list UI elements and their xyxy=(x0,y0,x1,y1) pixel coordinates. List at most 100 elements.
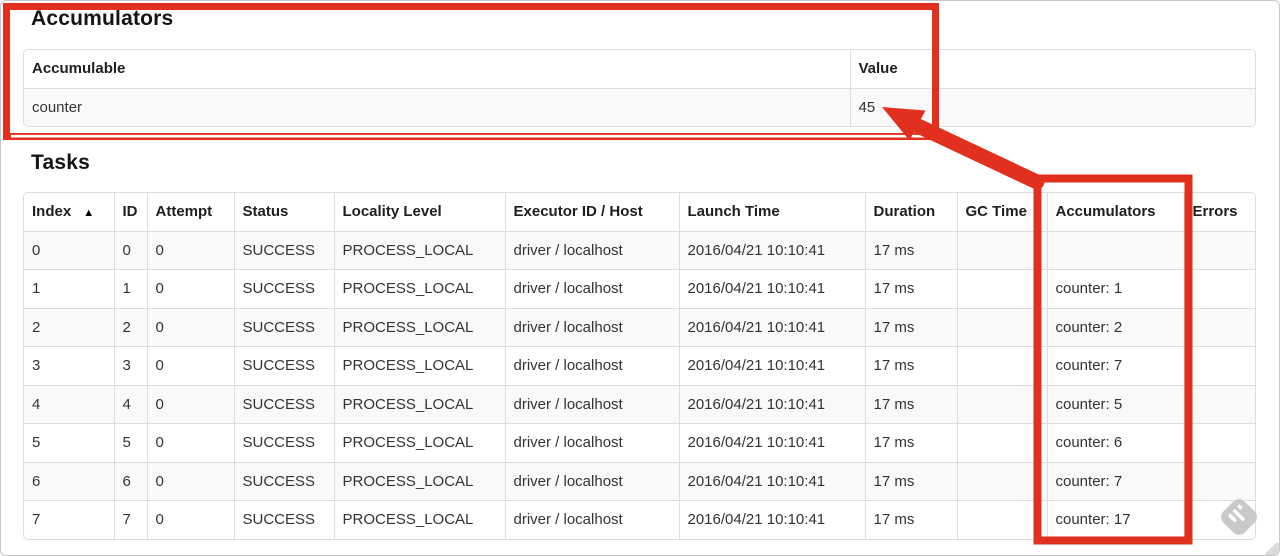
cell-executor: driver / localhost xyxy=(504,423,679,462)
cell-accumulators: counter: 7 xyxy=(1046,346,1184,385)
column-header-status[interactable]: Status xyxy=(233,193,334,231)
column-header-attempt[interactable]: Attempt xyxy=(146,193,234,231)
cell-id: 0 xyxy=(113,230,147,270)
cell-errors xyxy=(1183,500,1255,539)
task-row: 4 4 0 SUCCESS PROCESS_LOCAL driver / loc… xyxy=(24,384,1255,424)
task-row: 3 3 0 SUCCESS PROCESS_LOCAL driver / loc… xyxy=(24,346,1255,385)
cell-errors xyxy=(1183,461,1255,501)
tasks-section-heading: Tasks xyxy=(31,151,90,174)
cell-index: 0 xyxy=(24,230,114,270)
cell-attempt: 0 xyxy=(146,269,234,308)
cell-locality: PROCESS_LOCAL xyxy=(333,230,505,270)
column-header-errors[interactable]: Errors xyxy=(1183,193,1255,231)
accumulators-table: Accumulable Value counter 45 xyxy=(23,49,1256,127)
cell-id: 5 xyxy=(113,423,147,462)
cell-id: 3 xyxy=(113,346,147,385)
tasks-table: Index ▲ ID Attempt Status Locality Level … xyxy=(23,192,1256,540)
cell-id: 4 xyxy=(113,384,147,424)
cell-errors xyxy=(1183,269,1255,308)
cell-executor: driver / localhost xyxy=(504,461,679,501)
cell-duration: 17 ms xyxy=(864,461,957,501)
tasks-table-header-row: Index ▲ ID Attempt Status Locality Level … xyxy=(24,193,1255,231)
column-header-launch-time[interactable]: Launch Time xyxy=(678,193,865,231)
cell-index: 2 xyxy=(24,307,114,347)
cell-accumulators: counter: 7 xyxy=(1046,461,1184,501)
cell-status: SUCCESS xyxy=(233,461,334,501)
task-row: 6 6 0 SUCCESS PROCESS_LOCAL driver / loc… xyxy=(24,461,1255,501)
cell-executor: driver / localhost xyxy=(504,307,679,347)
column-header-locality-level[interactable]: Locality Level xyxy=(333,193,505,231)
cell-status: SUCCESS xyxy=(233,384,334,424)
cell-duration: 17 ms xyxy=(864,307,957,347)
column-header-accumulable: Accumulable xyxy=(24,50,850,88)
cell-attempt: 0 xyxy=(146,500,234,539)
cell-status: SUCCESS xyxy=(233,269,334,308)
cell-accumulators xyxy=(1046,230,1184,270)
cell-index: 7 xyxy=(24,500,114,539)
cell-index: 1 xyxy=(24,269,114,308)
cell-launch-time: 2016/04/21 10:10:41 xyxy=(678,346,865,385)
cell-duration: 17 ms xyxy=(864,269,957,308)
cell-gc-time xyxy=(956,500,1047,539)
cell-index: 5 xyxy=(24,423,114,462)
cell-status: SUCCESS xyxy=(233,423,334,462)
cell-gc-time xyxy=(956,384,1047,424)
task-row: 1 1 0 SUCCESS PROCESS_LOCAL driver / loc… xyxy=(24,269,1255,308)
cell-executor: driver / localhost xyxy=(504,500,679,539)
cell-id: 7 xyxy=(113,500,147,539)
cell-attempt: 0 xyxy=(146,307,234,347)
cell-index: 6 xyxy=(24,461,114,501)
sort-ascending-icon: ▲ xyxy=(83,207,95,220)
cell-executor: driver / localhost xyxy=(504,384,679,424)
cell-accumulators: counter: 5 xyxy=(1046,384,1184,424)
cell-status: SUCCESS xyxy=(233,230,334,270)
column-header-accumulators[interactable]: Accumulators xyxy=(1046,193,1184,231)
cell-duration: 17 ms xyxy=(864,500,957,539)
cell-status: SUCCESS xyxy=(233,346,334,385)
partial-watermark-corner xyxy=(1265,543,1279,555)
cell-errors xyxy=(1183,423,1255,462)
cell-gc-time xyxy=(956,307,1047,347)
cell-gc-time xyxy=(956,230,1047,270)
task-row: 7 7 0 SUCCESS PROCESS_LOCAL driver / loc… xyxy=(24,500,1255,539)
cell-index: 4 xyxy=(24,384,114,424)
cell-index: 3 xyxy=(24,346,114,385)
cell-executor: driver / localhost xyxy=(504,269,679,308)
cell-status: SUCCESS xyxy=(233,307,334,347)
cell-id: 6 xyxy=(113,461,147,501)
spark-ui-page: Accumulators Accumulable Value counter 4… xyxy=(0,0,1280,556)
cell-locality: PROCESS_LOCAL xyxy=(333,269,505,308)
cell-duration: 17 ms xyxy=(864,230,957,270)
cell-accumulators: counter: 6 xyxy=(1046,423,1184,462)
column-header-index-label: Index xyxy=(32,203,72,221)
column-header-id[interactable]: ID xyxy=(113,193,147,231)
accumulators-section-heading: Accumulators xyxy=(31,7,174,30)
cell-launch-time: 2016/04/21 10:10:41 xyxy=(678,307,865,347)
cell-accumulable-name: counter xyxy=(24,87,850,126)
cell-id: 1 xyxy=(113,269,147,308)
cell-locality: PROCESS_LOCAL xyxy=(333,461,505,501)
cell-attempt: 0 xyxy=(146,461,234,501)
cell-gc-time xyxy=(956,423,1047,462)
cell-errors xyxy=(1183,384,1255,424)
cell-locality: PROCESS_LOCAL xyxy=(333,384,505,424)
accumulators-table-header-row: Accumulable Value xyxy=(24,50,1255,88)
cell-launch-time: 2016/04/21 10:10:41 xyxy=(678,384,865,424)
cell-accumulators: counter: 17 xyxy=(1046,500,1184,539)
cell-errors xyxy=(1183,346,1255,385)
cell-launch-time: 2016/04/21 10:10:41 xyxy=(678,500,865,539)
column-header-duration[interactable]: Duration xyxy=(864,193,957,231)
cell-locality: PROCESS_LOCAL xyxy=(333,307,505,347)
cell-attempt: 0 xyxy=(146,230,234,270)
cell-launch-time: 2016/04/21 10:10:41 xyxy=(678,423,865,462)
cell-duration: 17 ms xyxy=(864,423,957,462)
cell-launch-time: 2016/04/21 10:10:41 xyxy=(678,269,865,308)
cell-launch-time: 2016/04/21 10:10:41 xyxy=(678,461,865,501)
column-header-gc-time[interactable]: GC Time xyxy=(956,193,1047,231)
cell-errors xyxy=(1183,307,1255,347)
column-header-index[interactable]: Index ▲ xyxy=(24,193,114,231)
cell-status: SUCCESS xyxy=(233,500,334,539)
column-header-executor-id-host[interactable]: Executor ID / Host xyxy=(504,193,679,231)
cell-duration: 17 ms xyxy=(864,384,957,424)
cell-gc-time xyxy=(956,461,1047,501)
